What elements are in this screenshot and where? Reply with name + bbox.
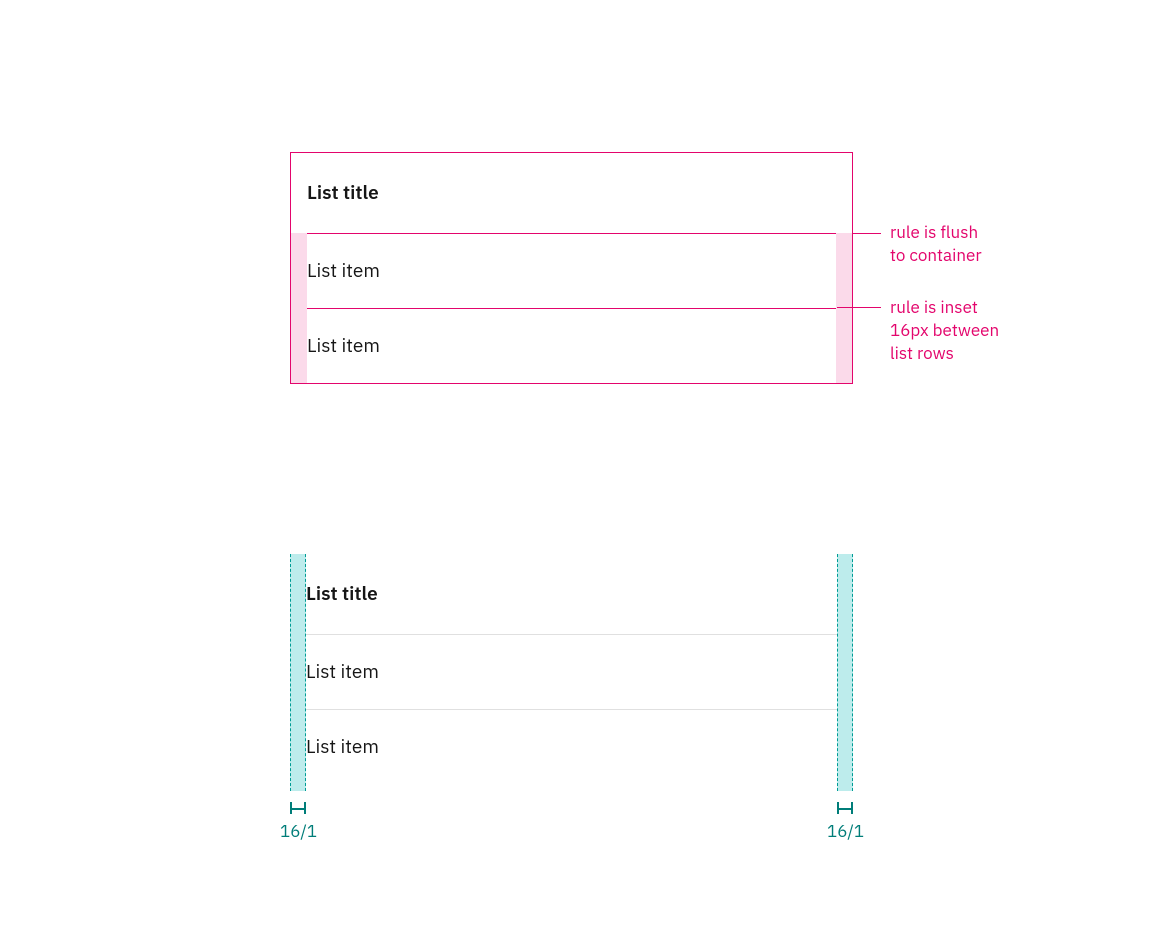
spacing-label: 16/1 — [827, 820, 853, 842]
list-body: List item List item — [291, 233, 852, 383]
list-item-text: List item — [306, 660, 379, 684]
annotation-leader-line — [853, 233, 881, 234]
list-title: List title — [291, 153, 852, 233]
annotation-text-flush: rule is flush to container — [890, 221, 982, 267]
list-item: List item — [290, 635, 853, 709]
list-item: List item — [290, 710, 853, 784]
spacing-bar — [837, 802, 853, 814]
annotation-text-inset: rule is inset 16px between list rows — [890, 296, 999, 365]
list-item-text: List item — [307, 259, 380, 283]
list-item: List item — [291, 234, 852, 308]
list-item: List item — [291, 309, 852, 383]
spacing-label: 16/1 — [280, 820, 306, 842]
list-title-text: List title — [307, 181, 379, 205]
spacing-marker-left: 16/1 — [290, 802, 306, 842]
list-item-text: List item — [306, 735, 379, 759]
list-title-text: List title — [306, 582, 378, 606]
list-container-padding-spec: List title List item List item — [290, 554, 853, 784]
list-item-text: List item — [307, 334, 380, 358]
list-container-annotated: List title List item List item — [290, 152, 853, 384]
list-title: List title — [290, 554, 853, 634]
spacing-bar — [290, 802, 306, 814]
spacing-marker-right: 16/1 — [837, 802, 853, 842]
